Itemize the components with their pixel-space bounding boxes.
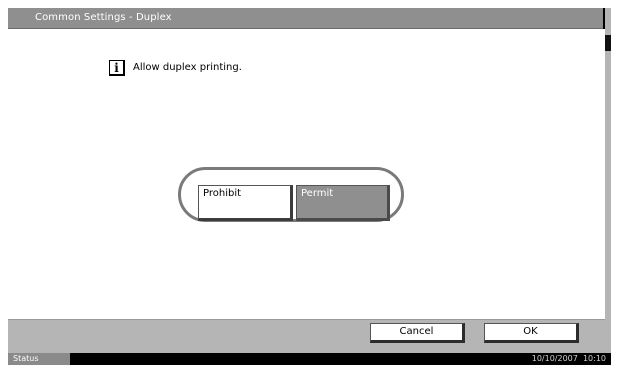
status-button[interactable]: Status	[8, 353, 70, 365]
settings-content: i Allow duplex printing. Prohibit Permit	[8, 29, 605, 320]
panel-screen: Common Settings - Duplex i Allow duplex …	[8, 8, 611, 365]
scrollbar[interactable]	[605, 8, 611, 353]
time-text: 10:10	[582, 354, 606, 363]
cancel-button[interactable]: Cancel	[370, 323, 465, 343]
title-bar: Common Settings - Duplex	[8, 8, 603, 29]
date-text: 10/10/2007	[531, 354, 578, 363]
prohibit-button[interactable]: Prohibit	[198, 185, 293, 221]
page-title: Common Settings - Duplex	[35, 12, 172, 23]
permit-button[interactable]: Permit	[296, 185, 390, 221]
info-message: Allow duplex printing.	[133, 62, 242, 73]
scrollbar-thumb[interactable]	[605, 35, 611, 51]
ok-button[interactable]: OK	[484, 323, 579, 343]
status-bar	[8, 353, 611, 365]
info-icon: i	[109, 60, 125, 76]
date-time-display: 10/10/2007 10:10	[532, 353, 606, 365]
